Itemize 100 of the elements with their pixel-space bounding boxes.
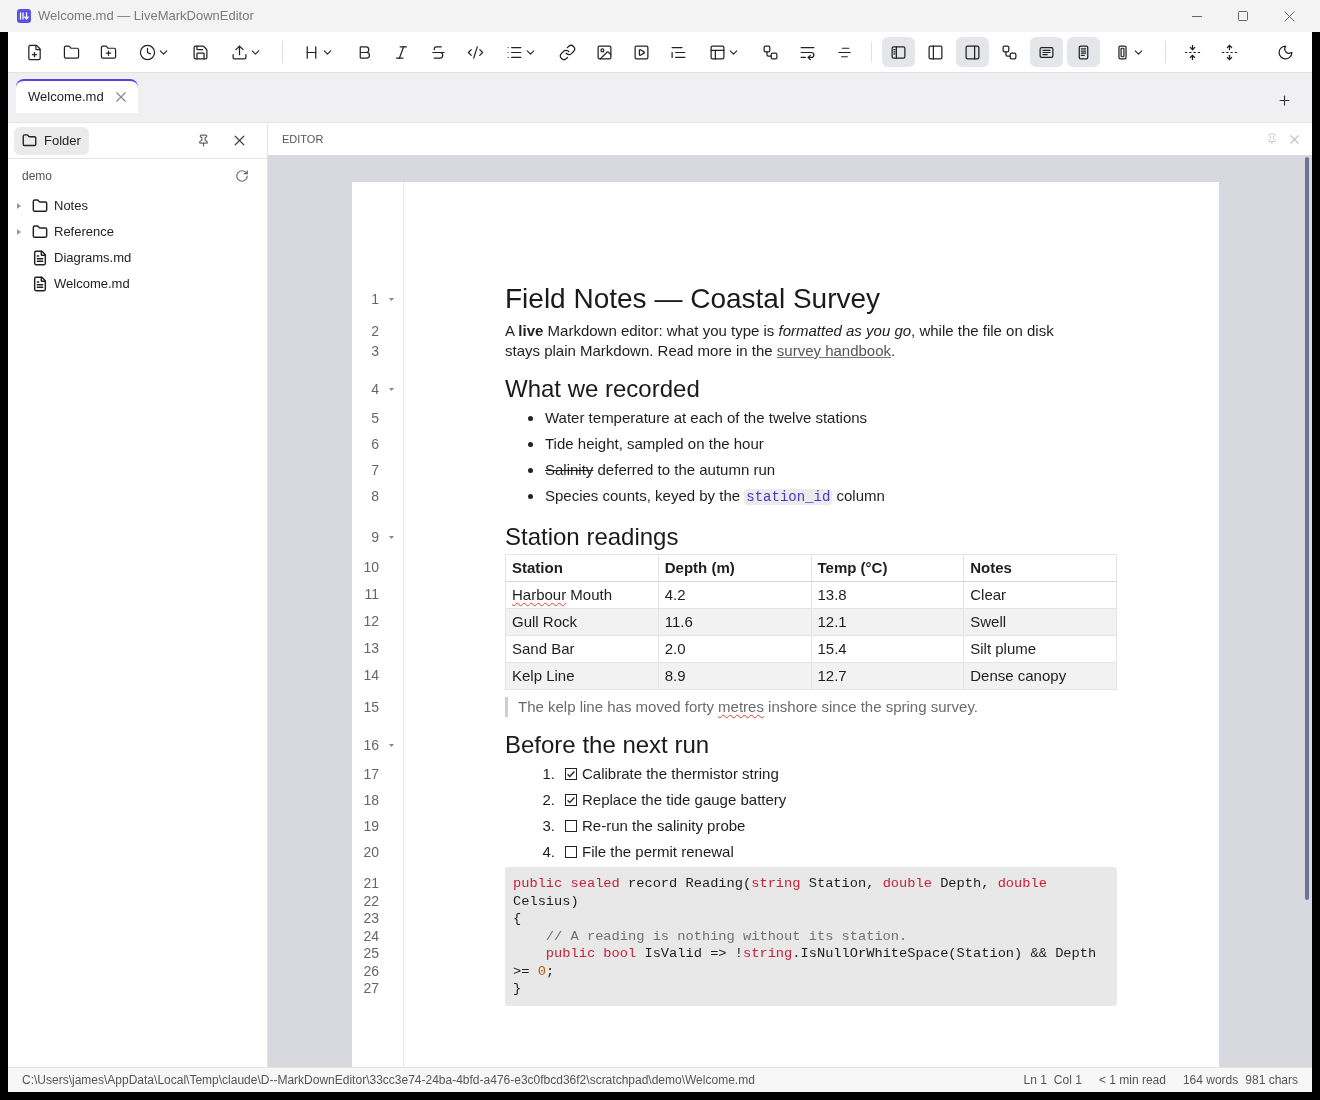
folder-name: demo [22, 168, 53, 185]
column-header: Depth (m) [658, 554, 811, 582]
line-number: 7 [371, 460, 379, 480]
image-icon [596, 43, 613, 61]
heading: Field Notes — Coastal Survey [505, 282, 882, 316]
table-cell: 15.4 [811, 635, 964, 663]
clock-icon [139, 43, 156, 61]
table-cell: 12.1 [811, 608, 964, 636]
blockquote: The kelp line has moved forty metres inshore since the spring survey. [505, 697, 1117, 717]
folder-icon [32, 224, 48, 240]
panel-left-icon [927, 43, 944, 61]
fold-caret-icon[interactable] [389, 297, 394, 301]
unfold-icon [1221, 43, 1238, 61]
table-cell: Sand Bar [505, 635, 659, 663]
list-item: Salinity deferred to the autumn run [545, 459, 776, 480]
tree-item[interactable]: Notes [8, 193, 267, 219]
expand-caret-icon[interactable] [17, 229, 21, 235]
line-number: 11 [364, 585, 379, 604]
italic-icon [393, 43, 410, 61]
table-cell: Harbour Mouth [505, 581, 659, 609]
column-header: Station [505, 554, 659, 582]
page-width-toggle[interactable] [1030, 37, 1063, 67]
refresh-button[interactable] [235, 169, 249, 183]
fold-caret-icon[interactable] [389, 743, 394, 747]
list-item: Water temperature at each of the twelve stations [545, 407, 868, 428]
cursor-position: Col 1 [1053, 1072, 1082, 1089]
checkbox[interactable] [565, 846, 577, 858]
file-tab[interactable]: Welcome.md [16, 79, 138, 113]
heading: What we recorded [505, 374, 701, 404]
line-number: 24 [363, 926, 379, 946]
table-cell: 2.0 [658, 635, 811, 663]
table-cell: 4.2 [658, 581, 811, 609]
sidebar-toggle[interactable] [882, 37, 915, 67]
page-portrait-toggle[interactable] [1067, 37, 1100, 67]
line-number: 14 [363, 666, 379, 685]
fold-caret-icon[interactable] [389, 387, 394, 391]
line-number: 27 [363, 979, 379, 999]
heading: Station readings [505, 522, 680, 552]
fold-caret-icon[interactable] [389, 535, 394, 539]
strikethrough-icon [430, 43, 447, 61]
plus-icon [1276, 93, 1292, 108]
folder-icon [63, 43, 80, 61]
folder-icon [22, 133, 37, 148]
code-block: public sealed record Reading(string Station, double Depth, double Celsius) { // A reading is nothing without its station. public bool IsValid => !string.IsNullOrWhiteSpace(Station) && Depth >= 0; } [505, 867, 1117, 1006]
close-icon[interactable] [115, 92, 126, 102]
line-number: 4 [371, 379, 379, 399]
task-text: Calibrate the thermistor string [582, 763, 779, 784]
right-panel-toggle[interactable] [956, 37, 989, 67]
bullet-icon [528, 467, 533, 473]
line-number: 21 [363, 874, 379, 894]
read-time: < 1 min read [1098, 1072, 1166, 1089]
line-number: 8 [371, 486, 379, 506]
diagram-icon [762, 43, 779, 61]
cursor-position: Ln 1 [1023, 1072, 1047, 1089]
folder-button[interactable]: Folder [14, 126, 89, 155]
checkbox[interactable] [565, 794, 577, 806]
list-number: 1. [541, 763, 555, 784]
document-count: 981 chars [1245, 1072, 1298, 1089]
folder-plus-icon [100, 43, 117, 61]
line-number: 25 [363, 944, 379, 964]
moon-icon [1277, 43, 1294, 61]
table-cell: 12.7 [811, 662, 964, 690]
file-icon [32, 276, 48, 292]
list-number: 2. [541, 789, 555, 810]
scrollbar-thumb[interactable] [1305, 157, 1309, 900]
line-number: 9 [371, 527, 379, 547]
table-cell: 13.8 [811, 581, 964, 609]
line-number: 23 [363, 909, 379, 929]
table-cell: Kelp Line [505, 662, 659, 690]
tree-item[interactable]: Welcome.md [8, 271, 267, 297]
sidebar-icon [890, 43, 907, 61]
line-number: 2 [371, 321, 379, 341]
line-number: 22 [363, 891, 379, 911]
column-header: Notes [963, 554, 1117, 582]
diagram-icon [1001, 43, 1018, 61]
line-number: 16 [363, 735, 379, 755]
heading: Before the next run [505, 730, 711, 760]
list-number: 3. [541, 815, 555, 836]
tree-item[interactable]: Diagrams.md [8, 245, 267, 271]
line-number: 13 [363, 639, 379, 658]
file-icon [32, 250, 48, 266]
table-cell: 8.9 [658, 662, 811, 690]
task-text: File the permit renewal [582, 841, 734, 862]
checkbox[interactable] [565, 768, 577, 780]
checkbox[interactable] [565, 820, 577, 832]
bullet-icon [528, 493, 533, 499]
line-number: 5 [371, 408, 379, 428]
maximize-icon [1238, 11, 1248, 21]
bullet-icon [528, 441, 533, 447]
line-number: 20 [363, 842, 379, 862]
expand-caret-icon[interactable] [17, 203, 21, 209]
line-number: 10 [363, 558, 379, 577]
minimize-icon [1192, 15, 1202, 17]
code-icon [467, 43, 484, 61]
list-item: Species counts, keyed by the station_id column [545, 485, 885, 507]
line-number: 19 [363, 816, 379, 836]
tree-item[interactable]: Reference [8, 219, 267, 245]
task-text: Re-run the salinity probe [582, 815, 746, 836]
column-header: Temp (°C) [811, 554, 964, 582]
list-number: 4. [541, 841, 555, 862]
